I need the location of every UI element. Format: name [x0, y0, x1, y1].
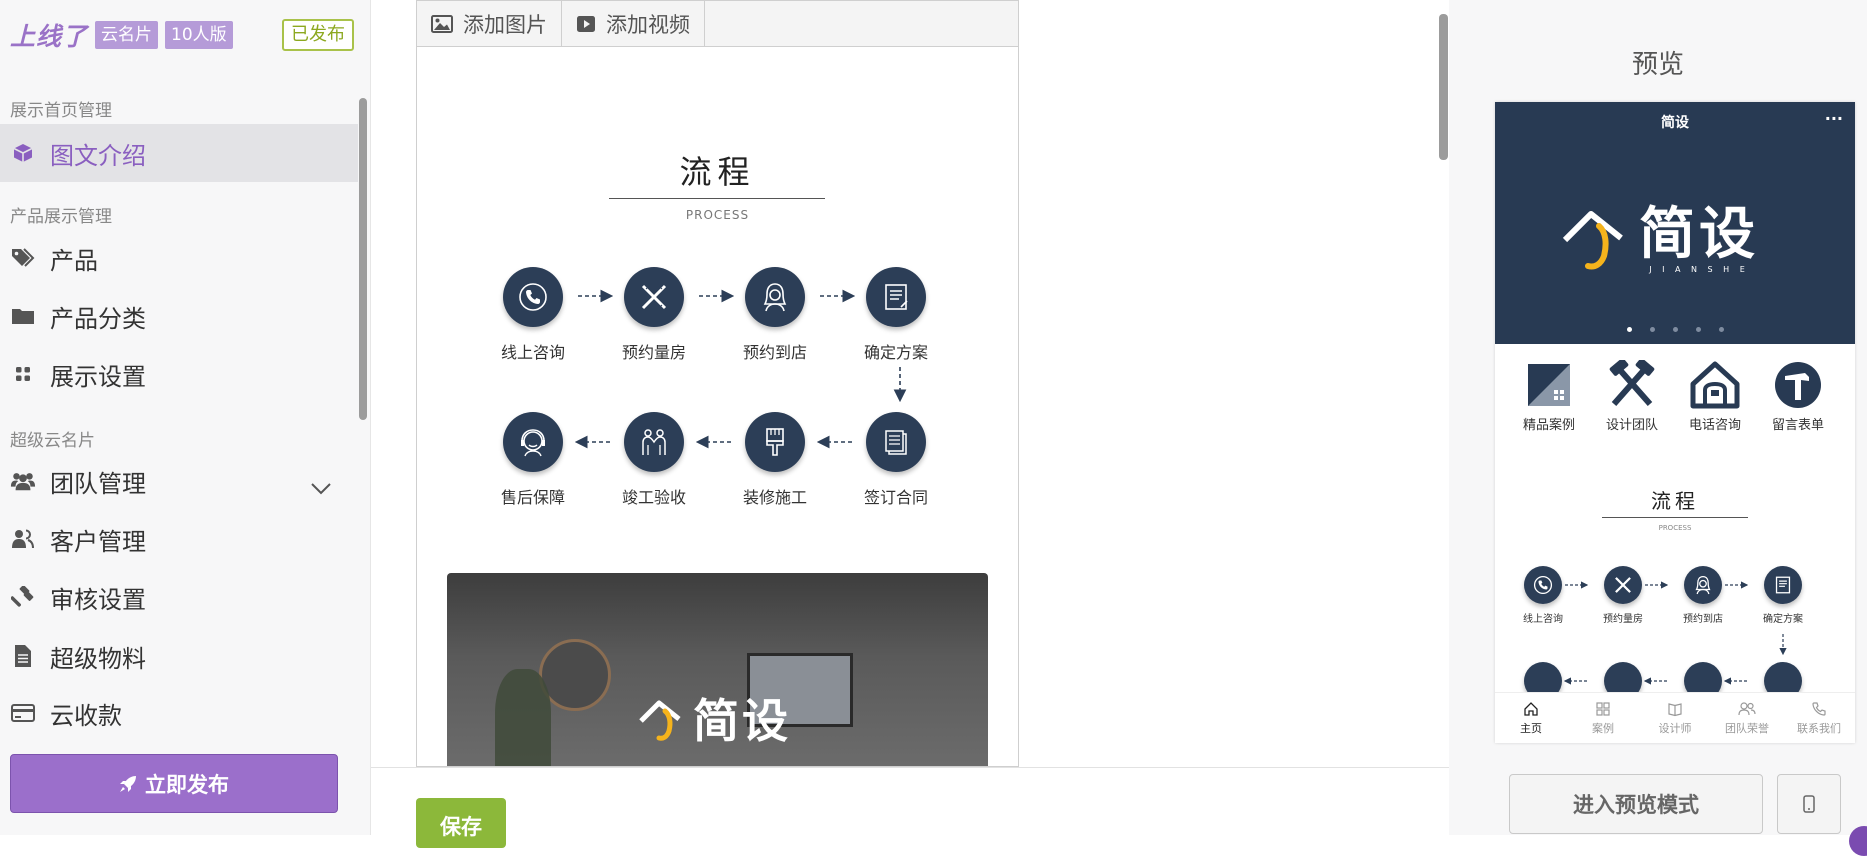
sidebar-item-label: 客户管理 — [50, 527, 146, 556]
add-image-label: 添加图片 — [463, 12, 547, 37]
sidebar-item-material[interactable]: 超级物料 — [0, 627, 358, 685]
plan-badge: 云名片 — [95, 21, 159, 49]
sidebar-item-label: 产品 — [50, 246, 98, 275]
sidebar-item-display[interactable]: 展示设置 — [0, 345, 358, 403]
grid-icon — [10, 366, 36, 382]
tab-honors[interactable]: 团队荣誉 — [1711, 693, 1783, 743]
add-image-button[interactable]: 添加图片 — [417, 1, 562, 46]
sidebar-item-review[interactable]: 审核设置 — [0, 568, 358, 626]
sidebar-item-category[interactable]: 产品分类 — [0, 287, 358, 345]
tab-label: 设计师 — [1658, 721, 1692, 735]
brand-logo: 上线了 — [10, 22, 89, 51]
tab-contact[interactable]: 联系我们 — [1783, 693, 1855, 743]
publish-button[interactable]: 立即发布 — [10, 754, 338, 813]
rocket-icon — [119, 775, 137, 793]
sidebar-item-customer[interactable]: 客户管理 — [0, 510, 358, 568]
tab-designers[interactable]: 设计师 — [1639, 693, 1711, 743]
section-label: 超级云名片 — [10, 431, 95, 451]
sidebar-item-intro[interactable]: 图文介绍 — [0, 124, 358, 182]
add-video-label: 添加视频 — [606, 12, 690, 37]
photo-logo-text: 简设 — [693, 694, 791, 748]
tab-label: 主页 — [1520, 721, 1542, 735]
chevron-down-icon[interactable] — [310, 474, 332, 502]
people-icon — [1738, 701, 1756, 715]
phone-preview[interactable]: 简设 ··· 简设 J I A N S H E 精品案例 设计团队 电话咨询 留… — [1495, 102, 1855, 743]
content-canvas[interactable]: 流程 PROCESS 线上咨询 预约量房 预约到店 确定方案 签订合同 装修施工… — [416, 47, 1019, 767]
editor-scrollbar[interactable] — [1439, 14, 1448, 160]
book-icon — [1668, 702, 1682, 716]
save-button[interactable]: 保存 — [416, 798, 506, 848]
tab-cases[interactable]: 案例 — [1567, 693, 1639, 743]
phone-call-icon — [1812, 701, 1826, 716]
jianshe-logo: 简设 — [637, 685, 791, 751]
plant — [495, 669, 551, 766]
editor: 添加图片 添加视频 流程 PROCESS 线上咨询 预约量房 预约到店 确定方案… — [371, 0, 1449, 848]
folder-icon — [10, 306, 36, 326]
preview-title: 预览 — [1631, 50, 1684, 80]
sidebar-item-label: 产品分类 — [50, 304, 146, 333]
add-video-button[interactable]: 添加视频 — [562, 1, 705, 46]
editor-toolbar: 添加图片 添加视频 — [416, 0, 1019, 47]
sidebar-scrollbar[interactable] — [359, 98, 367, 420]
phone-tabbar: 主页 案例 设计师 团队荣誉 联系我们 — [1495, 692, 1855, 743]
section-label: 产品展示管理 — [10, 207, 112, 227]
tab-label: 案例 — [1592, 721, 1614, 735]
user-pair-icon — [10, 529, 36, 549]
interior-photo[interactable]: 简设 — [447, 573, 988, 766]
users-icon — [10, 470, 36, 492]
sidebar-item-label: 云收款 — [50, 701, 122, 730]
help-bubble[interactable] — [1849, 826, 1867, 856]
image-icon — [431, 14, 453, 33]
tags-icon — [10, 247, 36, 269]
document-icon — [10, 644, 36, 668]
publish-label: 立即发布 — [145, 772, 229, 797]
video-icon — [577, 15, 595, 32]
sidebar-item-payment[interactable]: 云收款 — [0, 684, 358, 742]
process-arrows — [574, 289, 907, 449]
mini-process-arrows — [1563, 581, 1787, 685]
seats-badge: 10人版 — [165, 21, 233, 49]
sidebar-item-label: 图文介绍 — [50, 141, 146, 170]
gavel-icon — [10, 586, 36, 608]
status-badge: 已发布 — [282, 19, 354, 51]
brand: 上线了 云名片 10人版 — [10, 18, 233, 52]
preview-panel: 预览 简设 ··· 简设 J I A N S H E 精品案例 设计团队 电话咨… — [1449, 0, 1867, 856]
grid-icon — [1596, 701, 1610, 716]
tab-home[interactable]: 主页 — [1495, 693, 1567, 743]
enter-preview-button[interactable]: 进入预览模式 — [1509, 774, 1763, 834]
section-label: 展示首页管理 — [10, 101, 112, 121]
sidebar-item-label: 审核设置 — [50, 585, 146, 614]
mobile-preview-button[interactable] — [1777, 774, 1841, 834]
sidebar: 上线了 云名片 10人版 已发布 展示首页管理 图文介绍 产品展示管理 产品 产… — [0, 0, 371, 835]
home-icon — [1524, 701, 1538, 716]
sidebar-item-label: 展示设置 — [50, 362, 146, 391]
sidebar-item-team[interactable]: 团队管理 — [0, 452, 358, 510]
cube-icon — [10, 142, 36, 164]
sidebar-item-label: 团队管理 — [50, 469, 146, 498]
tab-label: 团队荣誉 — [1725, 721, 1769, 735]
mobile-icon — [1803, 795, 1815, 813]
tab-label: 联系我们 — [1797, 721, 1841, 735]
editor-footer — [371, 767, 1449, 836]
sidebar-item-product[interactable]: 产品 — [0, 229, 358, 287]
credit-card-icon — [10, 704, 36, 722]
sidebar-item-label: 超级物料 — [50, 644, 146, 673]
